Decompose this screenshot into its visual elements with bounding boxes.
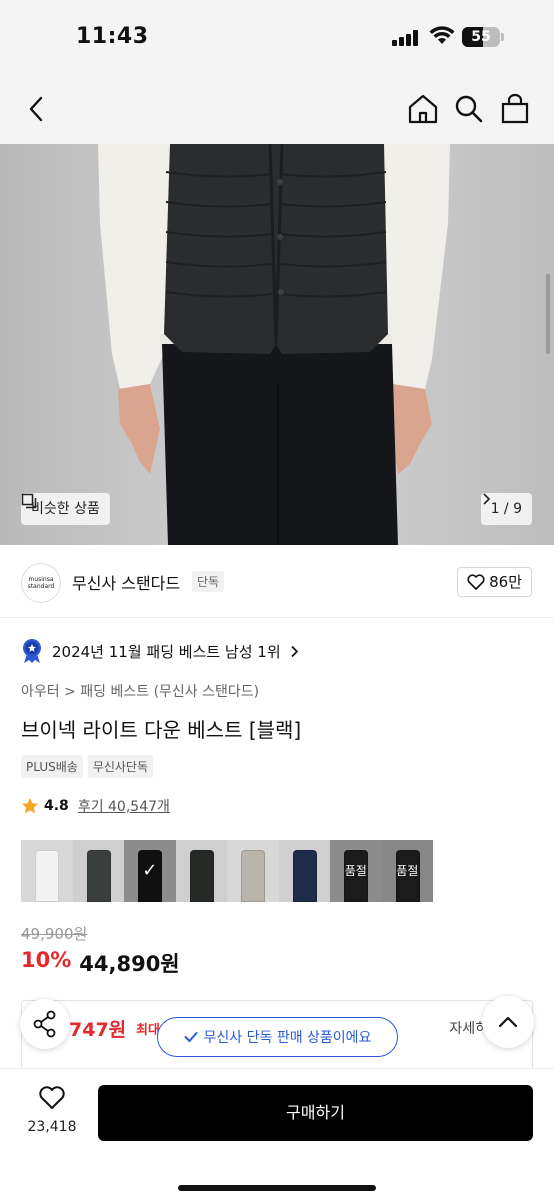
battery-icon: 55 [462,27,504,47]
brand-like-button[interactable]: 86만 [457,567,532,597]
similar-items-icon [21,493,37,509]
home-indicator [178,1185,376,1191]
swatch-thumbnail [241,850,265,902]
review-count-link[interactable]: 후기 40,547개 [78,796,170,816]
bottom-purchase-bar: 23,418 구매하기 [0,1068,554,1200]
home-icon[interactable] [406,92,440,126]
product-badges: PLUS배송 무신사단독 [21,755,154,778]
similar-items-label: 비슷한 상품 [31,501,100,517]
sale-price: 44,890원 [79,952,180,976]
star-icon [22,798,38,814]
brand-like-count: 86만 [489,573,522,591]
scroll-to-top-button[interactable] [482,996,534,1048]
swatch-thumbnail [292,850,317,902]
wishlist-button[interactable]: 23,418 [20,1085,84,1135]
chevron-right-icon [482,493,490,505]
product-photo [0,144,554,545]
heart-icon [39,1086,65,1109]
cellular-signal-icon [392,30,422,46]
brand-logo[interactable]: musinsa standard [21,563,61,603]
share-button[interactable] [20,999,70,1049]
rating-row: 4.8 후기 40,547개 [21,796,170,816]
color-swatch[interactable]: 품절 [381,840,433,902]
color-swatch[interactable] [72,840,124,902]
medal-icon [23,639,41,663]
selected-check-icon: ✓ [124,840,176,902]
badge-exclusive: 무신사단독 [87,755,154,778]
search-icon[interactable] [452,92,486,126]
ranking-text: 2024년 11월 패딩 베스트 남성 1위 [52,642,281,661]
exclusive-tag: 단독 [192,571,225,592]
buy-button[interactable]: 구매하기 [98,1085,533,1141]
price-row: 10% 44,890원 [21,948,180,978]
color-swatch[interactable] [21,840,73,902]
chevron-up-icon [498,1016,518,1028]
chevron-right-icon [291,645,298,657]
benefit-amount: 747원 [69,1019,127,1041]
share-icon [33,1010,56,1038]
wifi-icon [429,26,455,44]
image-counter-label: 1 / 9 [490,501,522,517]
badge-plus-delivery: PLUS배송 [21,755,83,778]
similar-items-button[interactable]: 비슷한 상품 [21,493,110,525]
image-counter[interactable]: 1 / 9 [480,493,532,525]
color-swatch[interactable] [278,840,330,902]
swatch-thumbnail [86,850,111,902]
ranking-banner[interactable]: 2024년 11월 패딩 베스트 남성 1위 [21,638,299,664]
page-scrollbar[interactable] [546,274,550,354]
rating-score: 4.8 [44,798,69,814]
color-swatch[interactable] [175,840,227,902]
brand-name[interactable]: 무신사 스탠다드 [72,570,180,594]
product-title: 브이넥 라이트 다운 베스트 [블랙] [21,718,302,742]
status-time: 11:43 [76,24,149,49]
swatch-thumbnail [35,850,59,902]
color-swatches: ✓ 품절 품절 [21,840,433,902]
original-price: 49,900원 [21,925,88,943]
color-swatch[interactable] [227,840,279,902]
sold-out-label: 품절 [330,840,382,902]
top-nav [0,76,554,144]
color-swatch[interactable]: 품절 [330,840,382,902]
exclusive-toast: 무신사 단독 판매 상품이에요 [157,1017,398,1057]
status-bar: 11:43 55 [0,0,554,76]
wishlist-count: 23,418 [27,1119,77,1135]
category-breadcrumb[interactable]: 아우터 > 패딩 베스트 (무신사 스탠다드) [21,681,259,701]
brand-row: musinsa standard 무신사 스탠다드 단독 86만 [0,546,554,618]
back-icon[interactable] [20,92,54,126]
toast-text: 무신사 단독 판매 상품이에요 [203,1030,372,1046]
discount-rate: 10% [21,948,72,972]
product-image-carousel[interactable]: 비슷한 상품 1 / 9 [0,144,554,545]
color-swatch[interactable]: ✓ [124,840,176,902]
sold-out-label: 품절 [381,840,433,902]
swatch-thumbnail [189,850,214,902]
heart-icon [467,574,485,590]
check-icon [184,1032,198,1042]
battery-level: 55 [471,29,491,45]
shopping-bag-icon[interactable] [498,92,532,126]
